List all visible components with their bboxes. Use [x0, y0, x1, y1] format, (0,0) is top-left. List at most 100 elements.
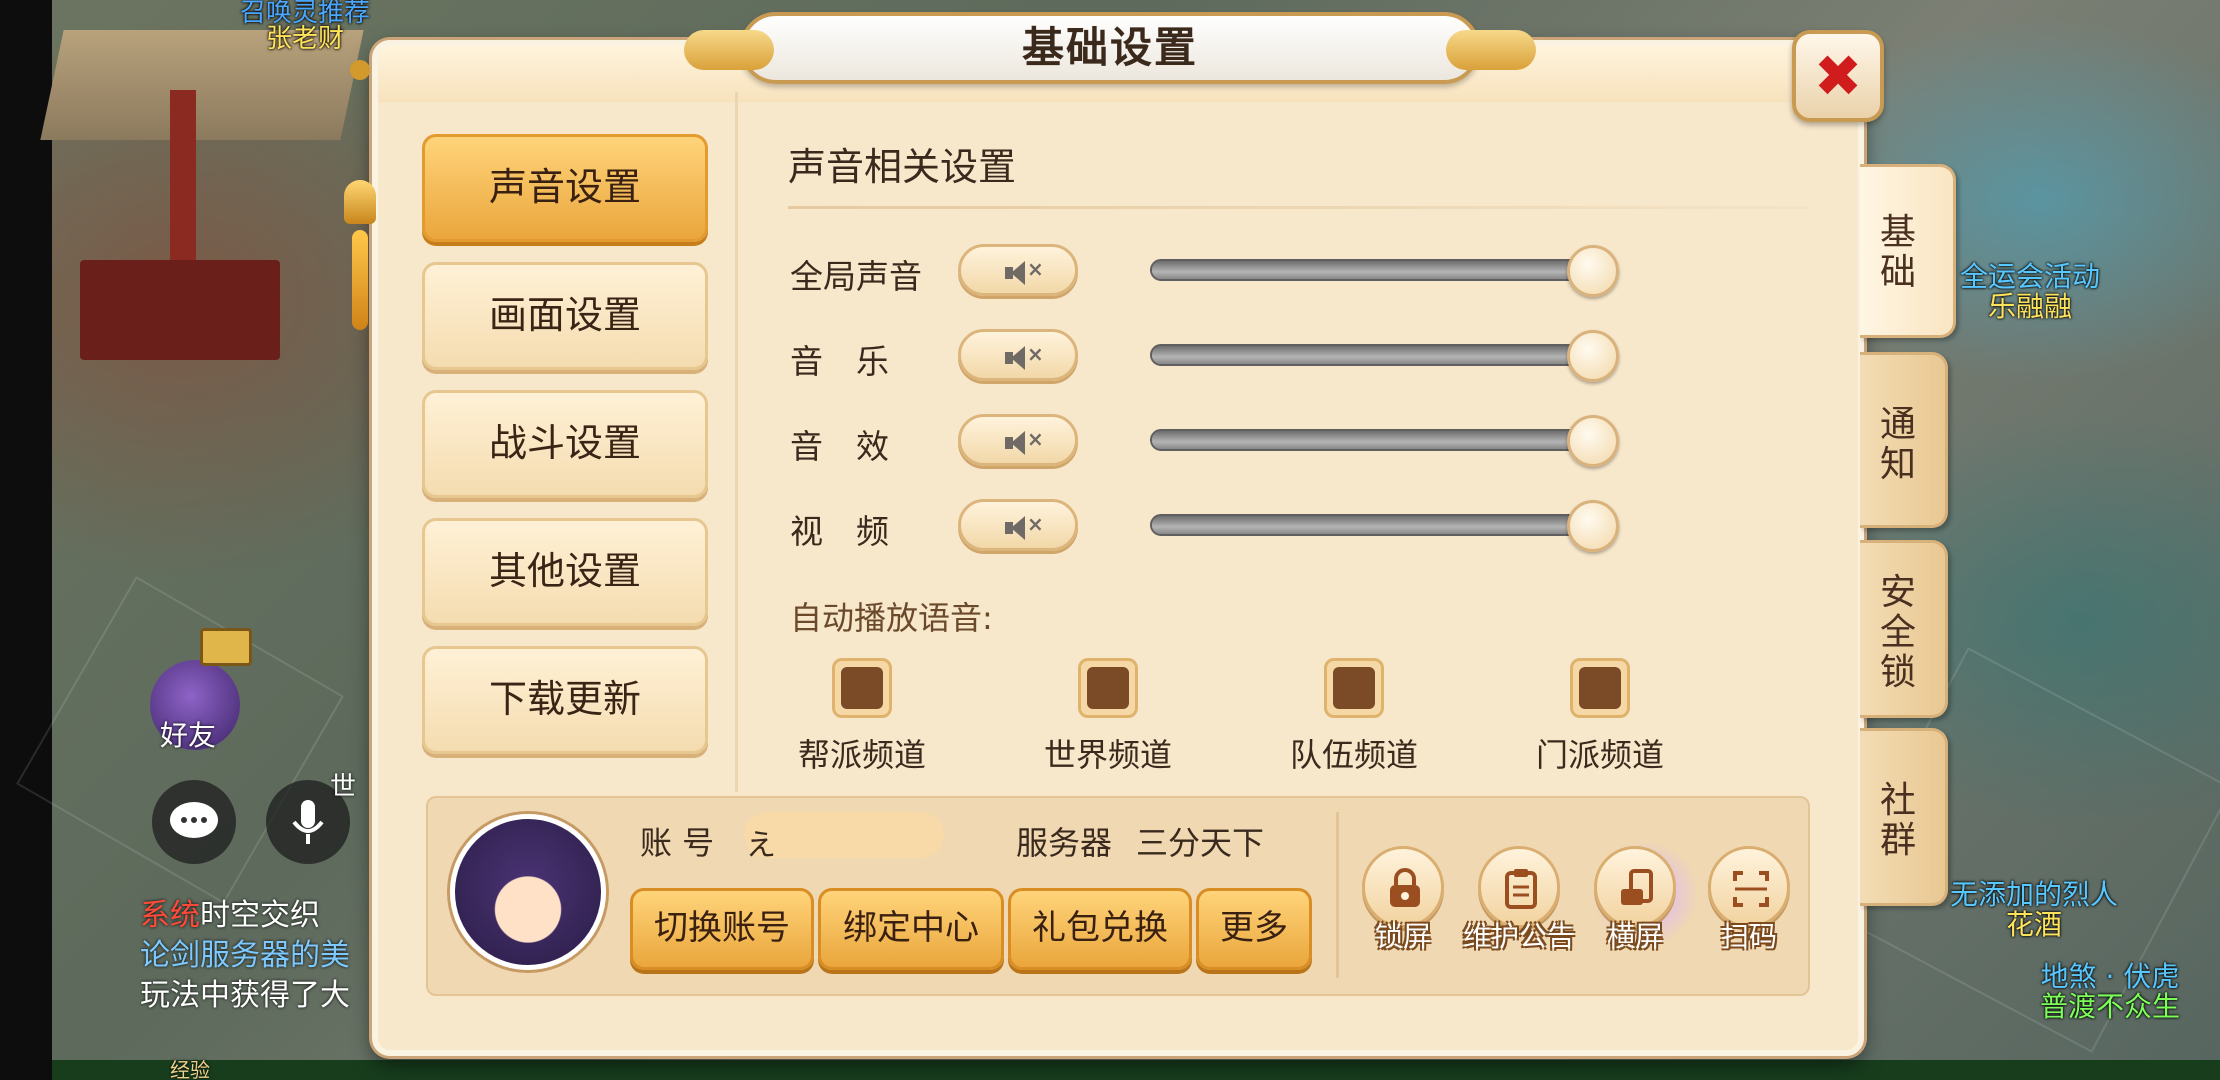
- close-icon: ✖: [1813, 42, 1863, 110]
- cloud-ornament: [684, 30, 774, 70]
- cloud-ornament: [1446, 30, 1536, 70]
- npc-name-top[interactable]: 召唤灵推荐 张老财: [240, 0, 370, 52]
- account-label: 账 号: [640, 824, 715, 862]
- nav-download-update[interactable]: 下载更新: [422, 646, 708, 754]
- server-value: 三分天下: [1136, 824, 1265, 862]
- account-value: え: [746, 828, 776, 863]
- npc-name-bottom-right-2[interactable]: 地煞 · 伏虎 普渡不众生: [2040, 962, 2180, 1022]
- nav-divider: [735, 92, 738, 792]
- chat-log[interactable]: 系统时空交织 论剑服务器的美 玩法中获得了大: [140, 896, 370, 1016]
- building-base: [80, 260, 280, 360]
- tassel-decoration: [342, 60, 378, 330]
- mute-x-icon: ×: [1027, 427, 1044, 451]
- avatar[interactable]: [450, 814, 606, 970]
- npc-title: 全运会活动: [1960, 260, 2101, 293]
- npc-name: 张老财: [266, 24, 345, 54]
- gift-redeem-button[interactable]: 礼包兑换: [1008, 888, 1192, 970]
- lock-icon: [1390, 868, 1420, 907]
- volume-slider-music[interactable]: [1150, 330, 1619, 382]
- label-guild-channel: 帮派频道: [797, 736, 926, 774]
- switch-account-button[interactable]: 切换账号: [630, 888, 814, 970]
- slider-knob[interactable]: [1567, 245, 1619, 297]
- binding-center-button[interactable]: 绑定中心: [818, 888, 1004, 970]
- chat-icon: [170, 802, 218, 838]
- npc-name-right[interactable]: 全运会活动 乐融融: [1960, 262, 2100, 322]
- chat-line: 论剑服务器的美: [140, 936, 370, 976]
- nav-sound-settings[interactable]: 声音设置: [422, 134, 708, 242]
- more-button[interactable]: 更多: [1196, 888, 1312, 970]
- chat-text: 玩法中获得了大: [140, 978, 350, 1013]
- slider-knob[interactable]: [1567, 330, 1619, 382]
- friend-label: 好友: [160, 719, 217, 752]
- label-team-channel: 队伍频道: [1289, 736, 1418, 774]
- npc-title: 召唤灵推荐: [240, 0, 371, 28]
- title-plate: 基础设置: [684, 12, 1536, 84]
- checkbox-world-channel[interactable]: [1078, 658, 1138, 718]
- npc-title: 地煞 · 伏虎: [2040, 960, 2180, 993]
- section-title: 声音相关设置: [788, 145, 1017, 189]
- volume-label-video: 视 频: [790, 512, 889, 551]
- label-world-channel: 世界频道: [1043, 736, 1172, 774]
- checkbox-sect-channel[interactable]: [1570, 658, 1630, 718]
- mute-x-icon: ×: [1027, 512, 1044, 536]
- volume-label-global: 全局声音: [790, 257, 922, 296]
- npc-name: 乐融融: [1988, 290, 2073, 323]
- tab-community[interactable]: 社群: [1860, 728, 1948, 906]
- npc-name-bottom-right-1[interactable]: 无添加的烈人 花酒: [1950, 880, 2118, 940]
- slider-knob[interactable]: [1567, 415, 1619, 467]
- volume-slider-video[interactable]: [1150, 500, 1619, 552]
- volume-label-sfx: 音 效: [790, 427, 889, 466]
- checkbox-fill: [841, 667, 883, 709]
- tab-label: 安全锁: [1879, 572, 1916, 693]
- mute-x-icon: ×: [1027, 342, 1044, 366]
- mute-button-global[interactable]: ×: [958, 244, 1078, 296]
- tab-notification[interactable]: 通知: [1860, 352, 1948, 528]
- mute-x-icon: ×: [1027, 257, 1044, 281]
- maintenance-notice-label: 维护公告: [1462, 920, 1575, 953]
- npc-name: 花酒: [2006, 908, 2063, 941]
- rotate-screen-icon: [1621, 869, 1653, 905]
- checkbox-team-channel[interactable]: [1324, 658, 1384, 718]
- account-value-redacted: え: [744, 812, 944, 863]
- tab-basic[interactable]: 基础: [1860, 164, 1956, 338]
- slider-fill: [1152, 516, 1593, 534]
- close-button[interactable]: ✖: [1792, 30, 1884, 122]
- nav-battle-settings[interactable]: 战斗设置: [422, 390, 708, 498]
- nav-other-settings[interactable]: 其他设置: [422, 518, 708, 626]
- label-sect-channel: 门派频道: [1535, 736, 1664, 774]
- volume-slider-global[interactable]: [1150, 245, 1619, 297]
- nav-display-settings[interactable]: 画面设置: [422, 262, 708, 370]
- slider-knob[interactable]: [1567, 500, 1619, 552]
- mail-icon[interactable]: [200, 628, 252, 666]
- tab-label: 社群: [1879, 780, 1916, 861]
- clipboard-icon: [1505, 869, 1537, 909]
- scan-icon: [1733, 871, 1769, 907]
- exp-label: 经验: [170, 1058, 210, 1080]
- mute-button-sfx[interactable]: ×: [958, 414, 1078, 466]
- bell-icon: [344, 180, 376, 224]
- volume-label-music: 音 乐: [790, 342, 889, 381]
- channel-label: 世: [330, 772, 357, 802]
- tab-security-lock[interactable]: 安全锁: [1860, 540, 1948, 718]
- lock-screen-label: 锁屏: [1374, 920, 1431, 953]
- chat-text: 论剑服务器的美: [140, 938, 350, 973]
- checkbox-fill: [1333, 667, 1375, 709]
- checkbox-fill: [1087, 667, 1129, 709]
- mute-button-video[interactable]: ×: [958, 499, 1078, 551]
- dialog-title: 基础设置: [1021, 23, 1198, 72]
- landscape-label: 横屏: [1606, 920, 1663, 953]
- panel-divider: [1336, 812, 1339, 978]
- chat-line: 系统时空交织: [140, 896, 370, 936]
- checkbox-guild-channel[interactable]: [832, 658, 892, 718]
- server-label: 服务器: [1016, 824, 1113, 862]
- left-letterbox: [0, 0, 52, 1080]
- slider-fill: [1152, 431, 1593, 449]
- auto-play-voice-label: 自动播放语音:: [790, 599, 993, 637]
- chat-text: 时空交织: [200, 898, 320, 933]
- chat-bubble-button[interactable]: [152, 780, 236, 864]
- volume-slider-sfx[interactable]: [1150, 415, 1619, 467]
- mute-button-music[interactable]: ×: [958, 329, 1078, 381]
- npc-title: 无添加的烈人: [1950, 878, 2119, 911]
- checkbox-fill: [1579, 667, 1621, 709]
- section-divider: [788, 206, 1808, 209]
